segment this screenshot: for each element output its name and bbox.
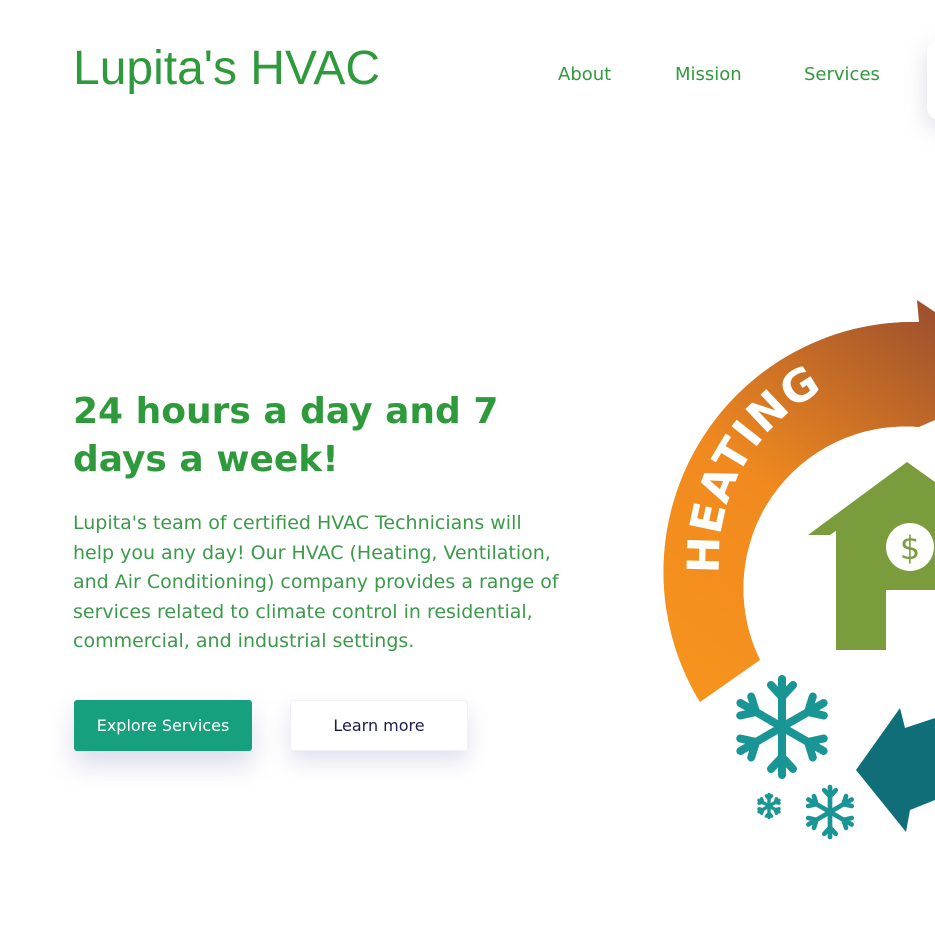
snowflake-medium-icon: [808, 787, 851, 837]
site-logo[interactable]: Lupita's HVAC: [73, 40, 380, 98]
cooling-arrow: [856, 708, 935, 832]
snowflake-large-icon: [740, 679, 824, 775]
nav-link-mission[interactable]: Mission: [675, 63, 742, 87]
header-cta-edge[interactable]: [927, 40, 935, 120]
hero-heading: 24 hours a day and 7 days a week!: [73, 391, 499, 480]
nav-link-services[interactable]: Services: [804, 63, 880, 87]
hvac-illustration: HEATING $: [663, 300, 935, 850]
site-header: Lupita's HVAC About Mission Services: [0, 0, 935, 140]
explore-services-button[interactable]: Explore Services: [74, 700, 252, 751]
house-icon: $: [808, 462, 935, 650]
hero-description: Lupita's team of certified HVAC Technici…: [73, 512, 559, 653]
learn-more-button[interactable]: Learn more: [290, 700, 468, 751]
dollar-symbol: $: [900, 529, 920, 567]
snowflake-cluster: [740, 679, 852, 837]
nav-link-about[interactable]: About: [558, 63, 611, 87]
snowflake-small-icon: [757, 792, 781, 820]
